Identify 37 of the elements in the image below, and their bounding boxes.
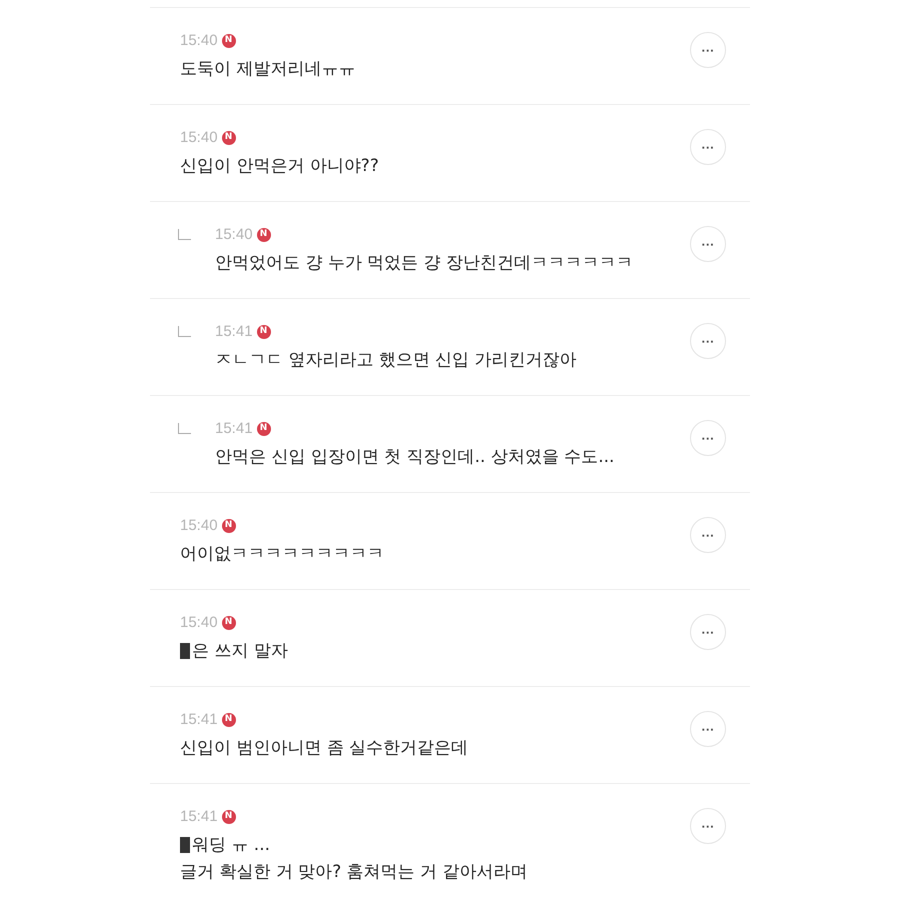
new-badge: N bbox=[222, 712, 236, 726]
more-button[interactable]: ··· bbox=[690, 517, 726, 553]
new-badge: N bbox=[256, 324, 271, 338]
more-button[interactable]: ··· bbox=[690, 323, 726, 359]
more-button[interactable]: ··· bbox=[690, 129, 726, 165]
comment-text: 안먹었어도 걍 누가 먹었든 걍 장난친건데ㅋㅋㅋㅋㅋㅋ bbox=[215, 252, 634, 274]
new-badge: N bbox=[256, 228, 271, 242]
comment-time: 15:41 bbox=[215, 420, 253, 437]
new-badge: N bbox=[222, 518, 236, 532]
new-badge: N bbox=[222, 34, 236, 48]
comment-time: 15:40 bbox=[180, 32, 218, 49]
more-button[interactable]: ··· bbox=[690, 808, 726, 844]
comment-time: 15:40 bbox=[215, 226, 253, 243]
comment-text: 신입이 범인아니면 좀 실수한거같은데 bbox=[180, 737, 468, 759]
comment-text: 은 쓰지 말자 bbox=[192, 640, 288, 662]
more-button[interactable]: ··· bbox=[690, 420, 726, 456]
comment-time: 15:40 bbox=[180, 517, 218, 534]
comment-text: 어이없ㅋㅋㅋㅋㅋㅋㅋㅋㅋ bbox=[180, 543, 384, 565]
comment-text: 워딩 ㅠ ... bbox=[192, 834, 270, 856]
more-button[interactable]: ··· bbox=[690, 711, 726, 747]
comment-text: 신입이 안먹은거 아니야?? bbox=[180, 155, 379, 177]
more-button[interactable]: ··· bbox=[690, 32, 726, 68]
comment-time: 15:41 bbox=[180, 808, 218, 825]
more-button[interactable]: ··· bbox=[690, 614, 726, 650]
comment-text: 도둑이 제발저리네ㅠㅠ bbox=[180, 58, 356, 80]
comment-text: 안먹은 신입 입장이면 첫 직장인데.. 상처였을 수도... bbox=[215, 446, 614, 468]
comment-time: 15:40 bbox=[180, 614, 218, 631]
comment-time: 15:41 bbox=[215, 323, 253, 340]
comment-text: ㅈㄴㄱㄷ 옆자리라고 했으면 신입 가리킨거잖아 bbox=[215, 349, 577, 371]
comment-time: 15:40 bbox=[180, 129, 218, 146]
new-badge: N bbox=[222, 130, 236, 144]
new-badge: N bbox=[256, 422, 271, 436]
new-badge: N bbox=[222, 810, 236, 824]
comment-time: 15:41 bbox=[180, 711, 218, 728]
comment-text: 글거 확실한 거 맞아? 훔쳐먹는 거 같아서라며 bbox=[180, 861, 528, 883]
more-button[interactable]: ··· bbox=[690, 226, 726, 262]
new-badge: N bbox=[222, 616, 236, 630]
